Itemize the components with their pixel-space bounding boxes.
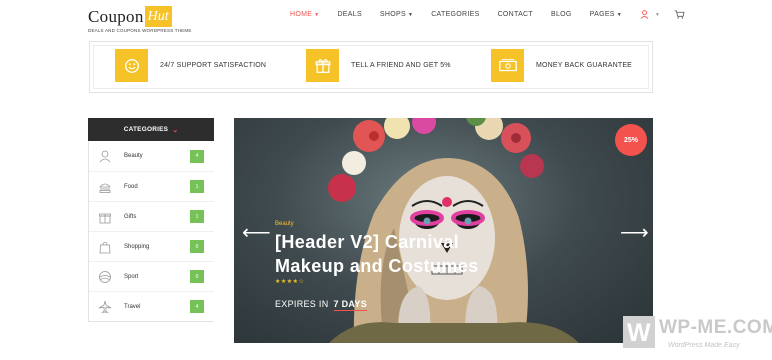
category-count: 0 bbox=[190, 240, 204, 253]
prev-slide-arrow-icon[interactable]: ⟵ bbox=[242, 220, 271, 245]
user-menu[interactable]: ▼ bbox=[640, 10, 660, 19]
feature-label: 24/7 SUPPORT SATISFACTION bbox=[160, 62, 267, 69]
categories-toggle[interactable]: CATEGORIES ⌄ bbox=[88, 118, 214, 141]
gift-icon bbox=[306, 49, 339, 82]
discount-badge: 25% bbox=[615, 124, 647, 156]
category-item-shopping[interactable]: Shopping 0 bbox=[89, 231, 214, 261]
rating-stars: ★★★★☆ bbox=[275, 279, 305, 285]
category-item-travel[interactable]: Travel 4 bbox=[89, 291, 214, 321]
nav-categories[interactable]: CATEGORIES bbox=[431, 11, 479, 18]
food-icon bbox=[99, 183, 111, 193]
category-label: Shopping bbox=[124, 243, 150, 250]
categories-sidebar: CATEGORIES ⌄ Beauty 4 Food 1 Gifts 1 Sho… bbox=[88, 118, 214, 326]
cart-button[interactable] bbox=[674, 10, 685, 19]
next-slide-arrow-icon[interactable]: ⟶ bbox=[620, 220, 649, 245]
category-count: 0 bbox=[190, 270, 204, 283]
money-icon bbox=[491, 49, 524, 82]
nav-deals[interactable]: DEALS bbox=[337, 11, 361, 18]
nav-contact[interactable]: CONTACT bbox=[498, 11, 533, 18]
site-logo[interactable]: Coupon Hut DEALS AND COUPONS WORDPRESS T… bbox=[88, 6, 192, 33]
logo-wordmark: Coupon bbox=[88, 6, 144, 26]
support-icon bbox=[115, 49, 148, 82]
feature-label: TELL A FRIEND AND GET 5% bbox=[351, 62, 451, 69]
category-item-sport[interactable]: Sport 0 bbox=[89, 261, 214, 291]
page: Coupon Hut DEALS AND COUPONS WORDPRESS T… bbox=[0, 0, 772, 360]
expiry-info: EXPIRES IN 7 DAYS bbox=[275, 299, 368, 311]
shopping-bag-icon bbox=[99, 241, 111, 253]
logo-tagline: DEALS AND COUPONS WORDPRESS THEME bbox=[88, 28, 192, 33]
sport-ball-icon bbox=[99, 270, 111, 283]
category-label: Food bbox=[124, 183, 138, 190]
category-count: 1 bbox=[190, 210, 204, 223]
feature-referral: TELL A FRIEND AND GET 5% bbox=[306, 49, 451, 82]
chevron-down-icon: ▼ bbox=[407, 11, 414, 18]
expiry-value: 7 DAYS bbox=[333, 299, 368, 311]
cart-icon bbox=[674, 10, 685, 19]
category-label: Gifts bbox=[124, 213, 137, 220]
logo-badge: Hut bbox=[144, 6, 172, 27]
category-count: 4 bbox=[190, 300, 204, 313]
user-icon bbox=[640, 10, 649, 19]
airplane-icon bbox=[98, 300, 112, 313]
category-count: 1 bbox=[190, 180, 204, 193]
chevron-down-icon: ▼ bbox=[655, 11, 661, 18]
category-list: Beauty 4 Food 1 Gifts 1 Shopping 0 Sport bbox=[88, 141, 214, 322]
category-item-beauty[interactable]: Beauty 4 bbox=[89, 141, 214, 171]
beauty-icon bbox=[99, 150, 111, 163]
watermark-name: WP-ME.COM bbox=[659, 317, 772, 338]
coupon-title-link[interactable]: [Header V2] Carnival Makeup and Costumes bbox=[275, 230, 515, 278]
gift-icon bbox=[99, 213, 111, 223]
main-nav: HOME ▼ DEALS SHOPS ▼ CATEGORIES CONTACT BL… bbox=[290, 10, 703, 19]
hero-slider[interactable]: 25% ⟵ ⟶ Beauty [Header V2] Carnival Make… bbox=[234, 118, 653, 343]
category-item-food[interactable]: Food 1 bbox=[89, 171, 214, 201]
feature-guarantee: MONEY BACK GUARANTEE bbox=[491, 49, 632, 82]
coupon-category-link[interactable]: Beauty bbox=[275, 221, 294, 227]
chevron-down-icon: ⌄ bbox=[172, 126, 179, 134]
watermark-letter: W bbox=[627, 319, 651, 347]
category-item-gifts[interactable]: Gifts 1 bbox=[89, 201, 214, 231]
category-label: Travel bbox=[124, 303, 141, 310]
category-label: Beauty bbox=[124, 153, 143, 159]
watermark-tagline: WordPress Made Easy bbox=[668, 342, 740, 349]
nav-shops[interactable]: SHOPS ▼ bbox=[380, 11, 413, 18]
nav-pages[interactable]: PAGES ▼ bbox=[590, 11, 622, 18]
features-bar: 24/7 SUPPORT SATISFACTION TELL A FRIEND … bbox=[89, 41, 653, 93]
category-label: Sport bbox=[124, 273, 139, 280]
feature-support: 24/7 SUPPORT SATISFACTION bbox=[115, 49, 266, 82]
nav-home[interactable]: HOME ▼ bbox=[290, 11, 319, 18]
category-count: 4 bbox=[190, 149, 204, 163]
expiry-label: EXPIRES IN bbox=[275, 299, 329, 309]
chevron-down-icon: ▼ bbox=[616, 11, 623, 18]
feature-label: MONEY BACK GUARANTEE bbox=[536, 62, 633, 69]
nav-blog[interactable]: BLOG bbox=[551, 11, 572, 18]
chevron-down-icon: ▼ bbox=[314, 11, 320, 18]
watermark-logo: W WP-ME.COM WordPress Made Easy bbox=[623, 316, 772, 356]
